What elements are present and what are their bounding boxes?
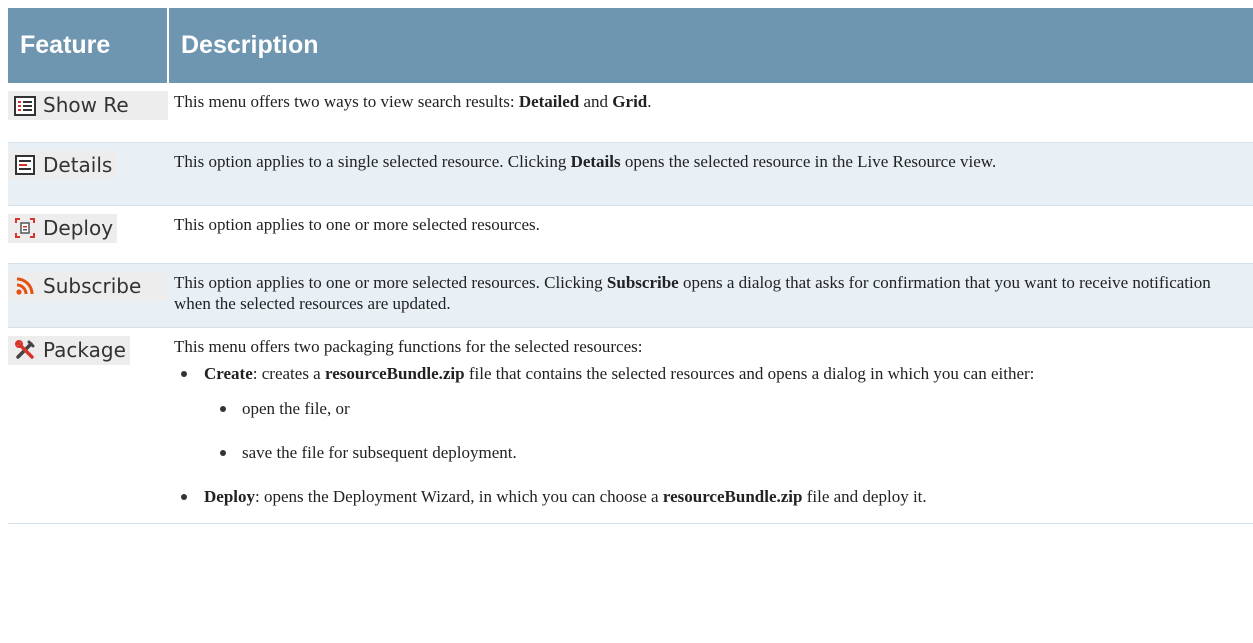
deploy-label: Deploy — [43, 215, 114, 240]
header-feature: Feature — [8, 8, 168, 83]
deploy-icon — [14, 217, 36, 239]
rss-icon — [14, 275, 36, 297]
features-table: Feature Description Show Re This menu of… — [8, 8, 1253, 524]
tools-icon — [14, 339, 36, 361]
package-options-list: Create: creates a resourceBundle.zip fil… — [174, 363, 1247, 507]
table-row: Subscribe This option applies to one or … — [8, 263, 1253, 328]
package-label: Package — [43, 337, 126, 362]
details-button[interactable]: Details — [8, 150, 117, 180]
table-row: Package This menu offers two packaging f… — [8, 327, 1253, 524]
table-row: Details This option applies to a single … — [8, 142, 1253, 206]
list-item: Create: creates a resourceBundle.zip fil… — [181, 363, 1247, 463]
table-header-row: Feature Description — [8, 8, 1253, 83]
feature-cell: Details — [8, 142, 168, 206]
show-results-button[interactable]: Show Re — [8, 91, 168, 120]
feature-cell: Deploy — [8, 205, 168, 264]
create-suboptions-list: open the file, or save the file for subs… — [204, 398, 1247, 463]
deploy-button[interactable]: Deploy — [8, 213, 118, 243]
description-cell: This option applies to a single selected… — [168, 142, 1253, 206]
description-cell: This menu offers two packaging functions… — [168, 327, 1253, 524]
package-intro: This menu offers two packaging functions… — [174, 336, 643, 356]
show-results-label: Show Re — [43, 93, 129, 117]
feature-cell: Package — [8, 327, 168, 524]
list-item: open the file, or — [220, 398, 1247, 419]
header-description: Description — [167, 8, 1253, 83]
package-button[interactable]: Package — [8, 335, 130, 365]
description-cell: This menu offers two ways to view search… — [168, 83, 1253, 143]
table-row: Deploy This option applies to one or mor… — [8, 205, 1253, 264]
description-cell: This option applies to one or more selec… — [168, 263, 1253, 328]
table-row: Show Re This menu offers two ways to vie… — [8, 83, 1253, 143]
list-item: save the file for subsequent deployment. — [220, 442, 1247, 463]
description-cell: This option applies to one or more selec… — [168, 205, 1253, 264]
subscribe-label: Subscribe — [43, 273, 142, 298]
feature-cell: Show Re — [8, 83, 168, 143]
details-label: Details — [43, 152, 113, 177]
feature-cell: Subscribe — [8, 263, 168, 328]
list-item: Deploy: opens the Deployment Wizard, in … — [181, 486, 1247, 507]
subscribe-button[interactable]: Subscribe — [8, 271, 168, 301]
details-icon — [14, 154, 36, 176]
list-view-icon — [14, 95, 36, 117]
